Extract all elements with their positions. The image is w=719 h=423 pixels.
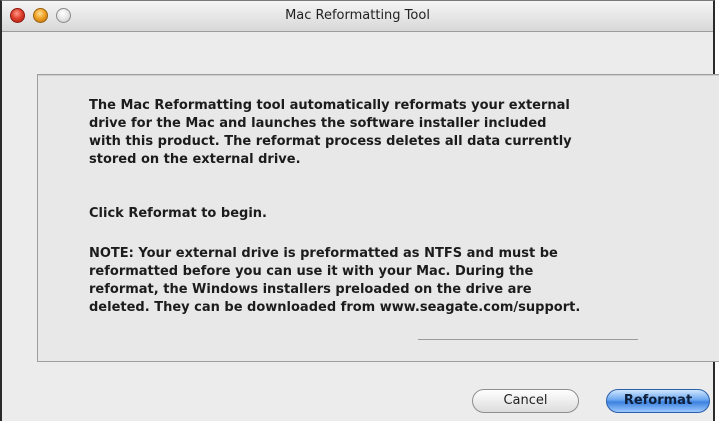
reformat-dialog-window: Mac Reformatting Tool The Mac Reformatti…	[0, 0, 719, 421]
description-text: The Mac Reformatting tool automatically …	[89, 98, 572, 167]
title-bar[interactable]: Mac Reformatting Tool	[2, 1, 713, 32]
support-link[interactable]: www.seagate.com/support.	[380, 300, 581, 315]
reformat-button[interactable]: Reformat	[606, 389, 710, 413]
message-panel: The Mac Reformatting tool automatically …	[37, 74, 719, 362]
cancel-button[interactable]: Cancel	[472, 389, 579, 413]
note-text: NOTE: Your external drive is preformatte…	[89, 245, 669, 317]
window-title: Mac Reformatting Tool	[285, 8, 430, 23]
support-link-underline	[418, 339, 638, 340]
instruction-text: Click Reformat to begin.	[89, 206, 267, 221]
